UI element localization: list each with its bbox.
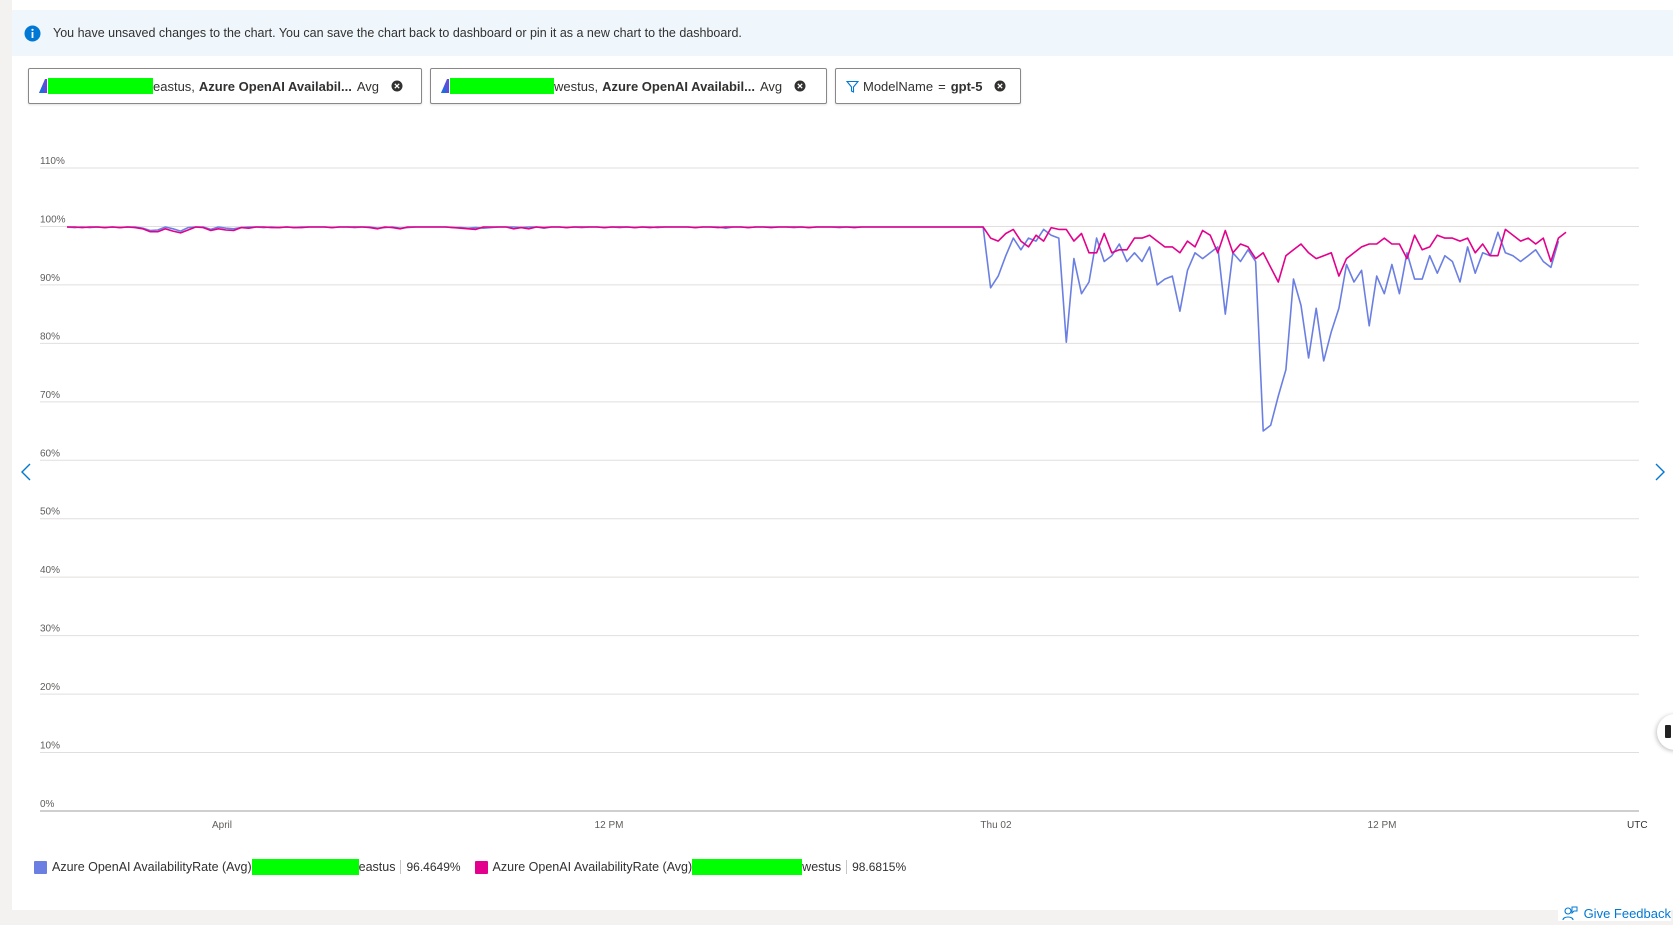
info-icon xyxy=(24,25,41,42)
legend-swatch xyxy=(474,860,488,874)
y-tick-label: 100% xyxy=(40,214,66,225)
unsaved-changes-banner: You have unsaved changes to the chart. Y… xyxy=(12,10,1673,56)
y-tick-label: 40% xyxy=(40,565,60,576)
line-chart[interactable]: 0% 10% 20% 30% 40% 50% 60% 70% 80% 90% 100% 110% Apr… xyxy=(12,140,1673,840)
metrics-chart-page: You have unsaved changes to the chart. Y… xyxy=(12,0,1673,910)
legend-summary-value: 98.6815% xyxy=(846,860,906,874)
series-line-eastus[interactable] xyxy=(66,226,1560,432)
y-tick-label: 0% xyxy=(40,799,55,810)
filter-value: gpt-5 xyxy=(950,78,983,94)
y-tick-label: 50% xyxy=(40,507,60,518)
remove-metric-icon[interactable] xyxy=(794,80,806,92)
y-tick-label: 70% xyxy=(40,390,60,401)
metric-pills: eastus, Azure OpenAI Availabil... Avg we… xyxy=(28,68,1021,104)
legend-series-name: Azure OpenAI AvailabilityRate (Avg) xyxy=(52,860,252,874)
legend-summary-value: 96.4649% xyxy=(400,860,461,874)
x-tick-label: 12 PM xyxy=(1368,820,1397,831)
legend-item-eastus[interactable]: Azure OpenAI AvailabilityRate (Avg) east… xyxy=(34,859,461,875)
y-tick-label: 60% xyxy=(40,448,60,459)
feedback-label: Give Feedback xyxy=(1583,906,1671,921)
redacted-resource-name xyxy=(48,78,153,94)
redacted-resource-name xyxy=(692,859,803,875)
give-feedback-link[interactable]: Give Feedback xyxy=(1557,906,1671,921)
chevron-left-icon[interactable] xyxy=(18,462,34,482)
y-tick-label: 80% xyxy=(40,331,60,342)
y-tick-label: 10% xyxy=(40,741,60,752)
banner-message: You have unsaved changes to the chart. Y… xyxy=(53,26,742,40)
pill-metric-name: Azure OpenAI Availabil... xyxy=(198,78,352,94)
y-tick-label: 30% xyxy=(40,624,60,635)
chevron-right-icon[interactable] xyxy=(1652,462,1668,482)
pill-metric-name: Azure OpenAI Availabil... xyxy=(602,78,755,94)
pill-aggregation: Avg xyxy=(356,78,379,94)
filter-key: ModelName xyxy=(863,78,934,94)
filter-pill[interactable]: ModelName = gpt-5 xyxy=(835,68,1021,104)
legend-series-suffix: eastus xyxy=(358,860,396,874)
x-tick-label: 12 PM xyxy=(595,820,624,831)
feedback-icon xyxy=(1562,906,1578,921)
handle-grip-icon xyxy=(1665,725,1671,738)
redacted-resource-name xyxy=(251,859,359,875)
x-tick-label: Thu 02 xyxy=(980,820,1012,831)
y-tick-label: 110% xyxy=(40,156,65,167)
x-tick-label: April xyxy=(212,820,232,831)
remove-filter-icon[interactable] xyxy=(994,80,1006,92)
filter-icon xyxy=(846,80,859,93)
legend-swatch xyxy=(34,860,47,874)
metric-pill-eastus[interactable]: eastus, Azure OpenAI Availabil... Avg xyxy=(28,68,422,104)
y-tick-label: 20% xyxy=(40,682,60,693)
legend-item-westus[interactable]: Azure OpenAI AvailabilityRate (Avg) west… xyxy=(474,859,906,875)
remove-metric-icon[interactable] xyxy=(391,80,403,92)
redacted-resource-name xyxy=(450,78,554,94)
pill-resource-suffix: westus, xyxy=(554,78,599,94)
pill-aggregation: Avg xyxy=(759,78,783,94)
y-tick-label: 90% xyxy=(40,273,60,284)
legend-series-suffix: westus xyxy=(802,860,842,874)
pill-resource-suffix: eastus, xyxy=(153,78,195,94)
metric-pill-westus[interactable]: westus, Azure OpenAI Availabil... Avg xyxy=(430,68,827,104)
chart-svg[interactable]: 0% 10% 20% 30% 40% 50% 60% 70% 80% 90% 100% 110% Apr… xyxy=(12,140,1673,840)
timezone-label: UTC xyxy=(1627,820,1648,831)
legend-series-name: Azure OpenAI AvailabilityRate (Avg) xyxy=(492,860,693,874)
series-line-westus[interactable] xyxy=(67,226,1567,283)
chart-legend: Azure OpenAI AvailabilityRate (Avg) east… xyxy=(34,859,920,875)
filter-operator: = xyxy=(938,78,946,94)
